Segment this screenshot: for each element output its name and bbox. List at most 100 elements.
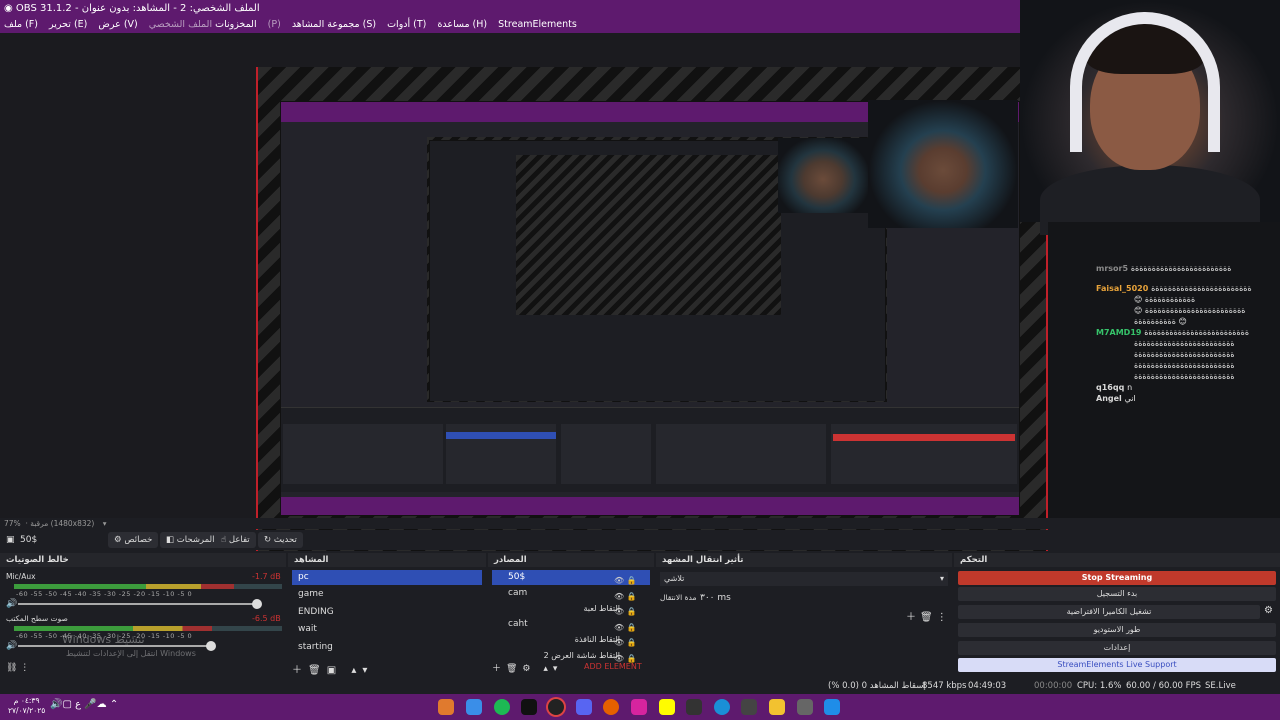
- live-support-button[interactable]: StreamElements Live Support: [958, 658, 1276, 672]
- chat-message: Angel اني: [1096, 394, 1136, 403]
- transition-controls[interactable]: ＋🗑⋮: [906, 608, 951, 623]
- menu-help[interactable]: مساعدة (H): [437, 19, 487, 30]
- chat-username: mrsor5: [1096, 264, 1131, 273]
- chat-username: q16qq: [1096, 383, 1128, 392]
- filter-icon: ◧: [166, 535, 177, 545]
- menu-file[interactable]: ملف (F): [4, 19, 38, 30]
- menu-docks[interactable]: المخزونات: [215, 19, 256, 30]
- speaker-icon[interactable]: 🔊: [6, 599, 17, 609]
- obs-logo-icon: ◉: [4, 3, 16, 14]
- chat-text: ةةةةةةةةةةةةةةةةةةةةةةةة: [1151, 284, 1252, 293]
- source-controls[interactable]: ＋🗑⚙ ▴▾: [492, 661, 562, 674]
- chat-text: n: [1127, 383, 1133, 392]
- eye-lock-icons[interactable]: 👁 🔒 👁 🔒 👁 🔒 👁 🔒 👁 🔒 👁 🔒: [614, 573, 637, 666]
- chat-message: ةةةةةةةةةةةةةةةةةةةةةةةة: [1134, 361, 1235, 370]
- webcam-nested: [868, 100, 1018, 228]
- settings-button[interactable]: إعدادات: [958, 641, 1276, 655]
- current-source-name: 50$: [20, 535, 38, 545]
- properties-button[interactable]: ⚙ خصائص: [108, 532, 159, 548]
- chat-message: 😊 ةةةةةةةةةةةةةةةةةةةةةةةة: [1134, 306, 1245, 315]
- scenes-title: المشاهد: [288, 553, 486, 567]
- chevron-down-icon[interactable]: ▾: [103, 519, 107, 528]
- scene-item-pc[interactable]: pc: [292, 570, 482, 585]
- terminal-icon[interactable]: [521, 699, 537, 715]
- instagram-icon[interactable]: [631, 699, 647, 715]
- folder-icon[interactable]: [769, 699, 785, 715]
- video-editor-icon[interactable]: [741, 699, 757, 715]
- mixer-channel-1-meter: [14, 584, 234, 589]
- mixer-channel-1-slider[interactable]: [18, 603, 256, 605]
- chat-text: ةةةةةةةةةة 😊: [1134, 317, 1187, 326]
- scene-item-game[interactable]: game: [292, 587, 482, 602]
- snapchat-icon[interactable]: [659, 699, 675, 715]
- scene-item-starting[interactable]: starting: [292, 640, 482, 655]
- transition-select[interactable]: تلاشي ▾: [660, 572, 948, 586]
- menu-scene-collection[interactable]: مجموعة المشاهد (S): [292, 19, 376, 30]
- mixer-channel-2-name: صوت سطح المكتب: [6, 614, 68, 623]
- windows-start-icon[interactable]: [824, 699, 840, 715]
- scene-item-ending[interactable]: ENDING: [292, 605, 482, 620]
- duration-input[interactable]: ٣٠٠ ms: [696, 591, 946, 605]
- slider-handle[interactable]: [252, 599, 262, 609]
- chat-message: M7AMD19 ةةةةةةةةةةةةةةةةةةةةةةةةة: [1096, 328, 1249, 337]
- app-icon[interactable]: [686, 699, 702, 715]
- scene-controls[interactable]: ＋🗑▣ ▴▾: [292, 661, 373, 676]
- chat-overlay: mrsor5 ةةةةةةةةةةةةةةةةةةةةةةةة Faisal_50…: [1048, 222, 1280, 520]
- spotify-icon[interactable]: [494, 699, 510, 715]
- taskbar: ٠٤:٣٩ م ٢٧/٠٧/٢٠٢٥ 🔊▢ ع 🎤☁ ⌃: [0, 694, 1280, 720]
- edge-icon[interactable]: [714, 699, 730, 715]
- app2-icon[interactable]: [797, 699, 813, 715]
- menu-view[interactable]: عرض (V): [98, 19, 137, 30]
- stop-streaming-button[interactable]: Stop Streaming: [958, 571, 1276, 585]
- transitions-dock: تأثير انتقال المشهد تلاشي ▾ مدة الانتقال …: [656, 553, 952, 678]
- add-element-button[interactable]: ADD ELEMENT: [584, 662, 642, 671]
- start-recording-button[interactable]: بدء التسجيل: [958, 587, 1276, 601]
- chrome-icon[interactable]: [466, 699, 482, 715]
- slider-handle[interactable]: [206, 641, 216, 651]
- interact-button[interactable]: ☝ تفاعل: [215, 532, 256, 548]
- bitrate: 8547 kbps: [922, 681, 967, 691]
- scene-source-icon: ▣: [6, 535, 15, 545]
- chat-text: ةةةةةةةةةةةةةةةةةةةةةةةةة: [1144, 328, 1250, 337]
- virtual-camera-button[interactable]: تشغيل الكاميرا الافتراضية: [958, 605, 1260, 619]
- mixer-title: خالط الصوتيات: [0, 553, 286, 567]
- fps: 60.00 / 60.00 FPS: [1126, 681, 1202, 691]
- chat-text: ةةةةةةةةةةةةةةةةةةةةةةةة: [1134, 361, 1235, 370]
- menu-tools[interactable]: أدوات (T): [387, 19, 426, 30]
- window-title: OBS 31.1.2 - الملف الشخصي: 2 - المشاهد: …: [15, 3, 260, 14]
- chat-text: ةةةةةةةةةةةةةةةةةةةةةةةة: [1134, 372, 1235, 381]
- sources-dock: المصادر 50$ cam التقاط لعبة caht التقاط …: [488, 553, 654, 678]
- refresh-button[interactable]: ↻ تحديث: [258, 532, 303, 548]
- audio-mixer-dock: خالط الصوتيات Mic/Aux -1.7 dB -60 -55 -5…: [0, 553, 286, 678]
- controls-title: التحكم: [954, 553, 1280, 567]
- stream-time: 04:49:03: [968, 681, 1007, 691]
- chat-text: 😊 ةةةةةةةةةةةة: [1134, 295, 1196, 304]
- dropped-frames: إسقاط المشاهد 0 (0.0 %): [828, 681, 926, 691]
- clock[interactable]: ٠٤:٣٩ م ٢٧/٠٧/٢٠٢٥: [8, 696, 45, 716]
- rec-time: 00:00:00: [1034, 681, 1073, 691]
- filters-button[interactable]: ◧ المرشحات: [160, 532, 221, 548]
- studio-mode-button[interactable]: طور الاستوديو: [958, 623, 1276, 637]
- chat-message: ةةةةةةةةةة 😊: [1134, 317, 1187, 326]
- gear-icon[interactable]: ⚙: [1264, 605, 1273, 616]
- source-toolbar: ▣ 50$ ⚙ خصائص ◧ المرشحات ☝ تفاعل ↻ تحديث: [0, 530, 1280, 550]
- chat-message: 😊 ةةةةةةةةةةةة: [1134, 295, 1195, 304]
- mixer-scale: -60 -55 -50 -45 -40 -35 -30 -25 -20 -15 …: [16, 590, 193, 598]
- speaker-icon[interactable]: 🔊: [6, 641, 17, 651]
- discord-icon[interactable]: [576, 699, 592, 715]
- webcam-feed: [1020, 0, 1280, 235]
- link-icon[interactable]: ⛓ ⋮: [6, 663, 29, 673]
- scene-item-wait[interactable]: wait: [292, 622, 482, 637]
- cpu-usage: CPU: 1.6%: [1077, 681, 1122, 691]
- menu-streamelements[interactable]: StreamElements: [498, 19, 577, 30]
- browser-icon[interactable]: [438, 699, 454, 715]
- scenes-dock: المشاهد pc game ENDING wait starting ＋🗑▣…: [288, 553, 486, 678]
- menu-edit[interactable]: تحرير (E): [49, 19, 87, 30]
- obs-icon[interactable]: [548, 699, 564, 715]
- refresh-icon: ↻: [264, 535, 274, 545]
- mixer-channel-1-db: -1.7 dB: [252, 572, 281, 581]
- tray-icons[interactable]: 🔊▢ ع 🎤☁ ⌃: [50, 699, 118, 710]
- hand-icon: ☝: [221, 535, 229, 545]
- firefox-icon[interactable]: [603, 699, 619, 715]
- chat-message: ةةةةةةةةةةةةةةةةةةةةةةةة: [1134, 372, 1235, 381]
